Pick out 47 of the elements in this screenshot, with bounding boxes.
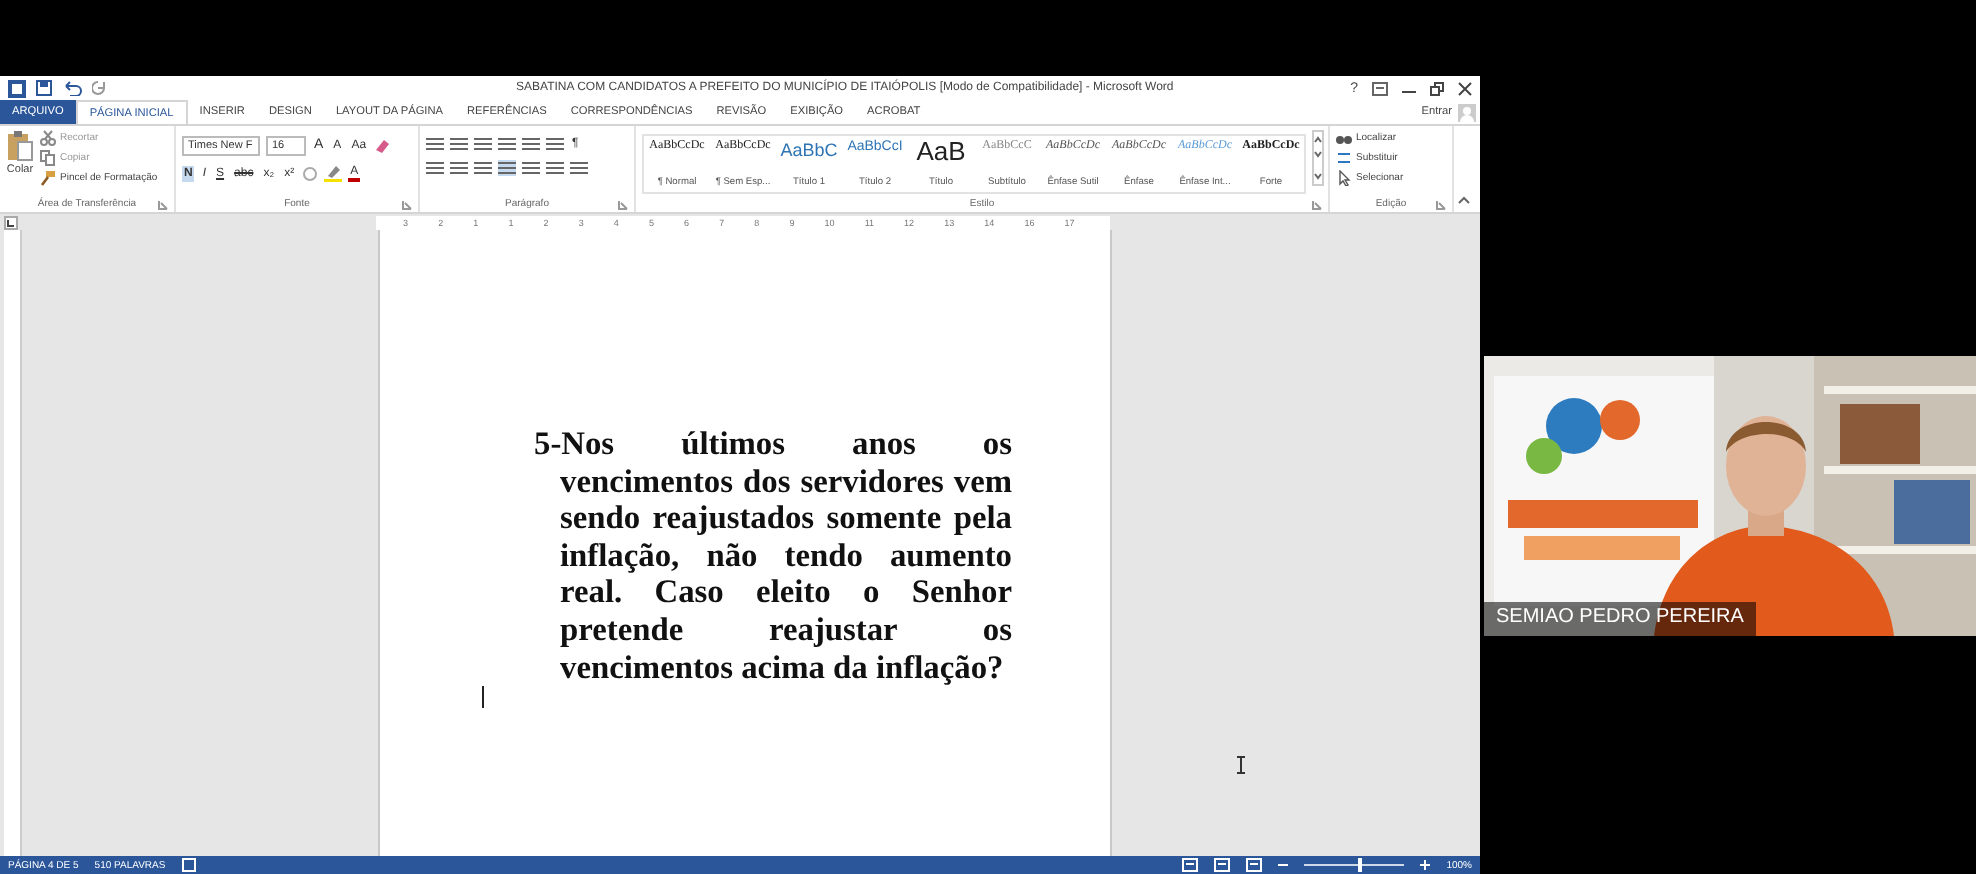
text-cursor	[482, 686, 484, 708]
collapse-ribbon-icon[interactable]	[1458, 196, 1470, 204]
zoom-out-icon[interactable]	[1278, 860, 1289, 870]
close-icon[interactable]	[1458, 81, 1472, 95]
dialog-launcher-icon[interactable]	[1312, 199, 1322, 209]
proofing-icon[interactable]	[181, 858, 198, 872]
print-layout-icon[interactable]	[1214, 858, 1231, 872]
gallery-scroll-icon[interactable]	[1312, 130, 1324, 186]
dialog-launcher-icon[interactable]	[402, 199, 412, 209]
read-mode-icon[interactable]	[1182, 858, 1199, 872]
redo-icon[interactable]	[92, 80, 108, 96]
tab-selector-icon[interactable]	[4, 215, 18, 229]
scissors-icon	[40, 130, 56, 146]
align-left-icon[interactable]	[426, 160, 444, 176]
align-center-icon[interactable]	[450, 160, 468, 176]
binoculars-icon	[1336, 130, 1352, 146]
dialog-launcher-icon[interactable]	[158, 199, 168, 209]
zoom-thumb[interactable]	[1357, 858, 1362, 872]
shading-icon[interactable]	[546, 160, 564, 176]
justify-icon[interactable]	[498, 160, 516, 176]
participant-name: SEMIAO PEDRO PEREIRA	[1484, 602, 1756, 636]
line-spacing-icon[interactable]	[522, 160, 540, 176]
save-icon[interactable]	[36, 80, 52, 96]
undo-icon[interactable]	[62, 80, 82, 96]
brush-icon	[40, 170, 56, 186]
ribbon-options-icon[interactable]	[1372, 81, 1388, 95]
zoom-in-icon[interactable]	[1420, 860, 1431, 870]
copy-icon	[40, 150, 56, 166]
ibeam-cursor-icon	[1236, 756, 1246, 774]
numbering-icon[interactable]	[450, 136, 468, 152]
dialog-launcher-icon[interactable]	[1436, 199, 1446, 209]
bullets-icon[interactable]	[426, 136, 444, 152]
highlighter-icon[interactable]	[324, 164, 343, 182]
dialog-launcher-icon[interactable]	[618, 199, 628, 209]
sort-icon[interactable]	[546, 136, 564, 152]
clipboard-icon	[6, 130, 34, 162]
question-text: 5-Nos últimos anos os vencimentos dos servidores vem sendo reajustados somente pela inflação, não tendo aumento real. Caso eleito o Senhor pretende reajustar os vencimentos acima da inflação?	[534, 426, 1012, 687]
pointer-icon	[1336, 170, 1352, 186]
replace-icon	[1336, 150, 1352, 166]
restore-icon[interactable]	[1430, 81, 1444, 95]
align-right-icon[interactable]	[474, 160, 492, 176]
eraser-icon[interactable]	[374, 138, 391, 154]
multilevel-list-icon[interactable]	[474, 136, 492, 152]
decrease-indent-icon[interactable]	[498, 136, 516, 152]
increase-indent-icon[interactable]	[522, 136, 540, 152]
borders-icon[interactable]	[570, 160, 588, 176]
web-layout-icon[interactable]	[1246, 858, 1263, 872]
